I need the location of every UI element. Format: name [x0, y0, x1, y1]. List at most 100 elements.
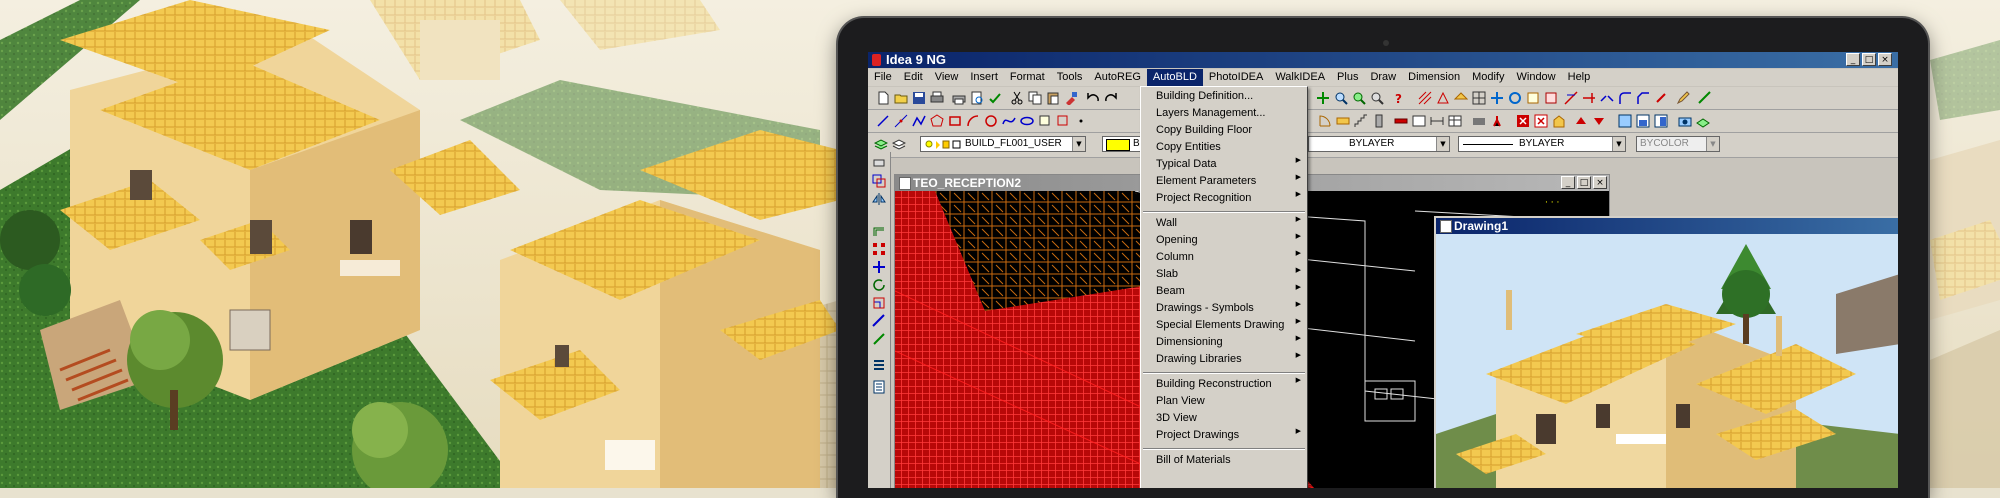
section-icon[interactable]: [1436, 91, 1450, 105]
menu-item-drawings-symbols[interactable]: Drawings - Symbols ▶: [1141, 300, 1307, 317]
lengthen-icon[interactable]: [872, 332, 886, 346]
rectangle-icon[interactable]: [948, 114, 962, 128]
spline-icon[interactable]: [1002, 114, 1016, 128]
menu-item-slab[interactable]: Slab ▶: [1141, 266, 1307, 283]
break-icon[interactable]: [1600, 91, 1614, 105]
view-side-icon[interactable]: [1654, 114, 1668, 128]
explode-icon[interactable]: [1654, 91, 1668, 105]
menu-modify[interactable]: Modify: [1466, 69, 1510, 86]
menu-window[interactable]: Window: [1511, 69, 1562, 86]
menu-photoidea[interactable]: PhotoIDEA: [1203, 69, 1269, 86]
camera-icon[interactable]: [1678, 114, 1692, 128]
copy-icon[interactable]: [1028, 91, 1042, 105]
preview-icon[interactable]: [970, 91, 984, 105]
zoom-previous-icon[interactable]: [1370, 91, 1384, 105]
menu-walkidea[interactable]: WalkIDEA: [1269, 69, 1331, 86]
scale-icon[interactable]: [872, 296, 886, 310]
arrow-up-icon[interactable]: [1574, 114, 1588, 128]
column-icon[interactable]: [1372, 114, 1386, 128]
menu-item-project-recognition[interactable]: Project Recognition ▶: [1141, 190, 1307, 207]
menu-item-building-reconstruction[interactable]: Building Reconstruction ▶: [1141, 376, 1307, 393]
wblock-icon[interactable]: [1544, 91, 1558, 105]
menu-item-layers-management[interactable]: Layers Management...: [1141, 105, 1307, 122]
menu-item-opening[interactable]: Opening ▶: [1141, 232, 1307, 249]
menu-item-wall[interactable]: Wall ▶: [1141, 215, 1307, 232]
open-icon[interactable]: [894, 91, 908, 105]
construction-line-icon[interactable]: [894, 114, 908, 128]
menu-item-dimensioning[interactable]: Dimensioning ▶: [1141, 334, 1307, 351]
arc-icon[interactable]: [966, 114, 980, 128]
drawing-close-button[interactable]: ×: [1593, 176, 1607, 189]
menu-item-3d-view[interactable]: 3D View: [1141, 410, 1307, 427]
menu-tools[interactable]: Tools: [1051, 69, 1089, 86]
array-icon[interactable]: [872, 242, 886, 256]
menu-item-copy-entities[interactable]: Copy Entities: [1141, 139, 1307, 156]
menu-item-column[interactable]: Column ▶: [1141, 249, 1307, 266]
offset-icon[interactable]: [872, 224, 886, 238]
layers-manager-icon[interactable]: [874, 137, 888, 151]
menu-item-plan-view[interactable]: Plan View: [1141, 393, 1307, 410]
view-top-icon[interactable]: [1618, 114, 1632, 128]
layer-dropdown[interactable]: BUILD_FL001_USER ▼: [920, 136, 1086, 152]
menu-item-drawing-libraries[interactable]: Drawing Libraries ▶: [1141, 351, 1307, 368]
new-icon[interactable]: [876, 91, 890, 105]
table-icon[interactable]: [1448, 114, 1462, 128]
view-front-icon[interactable]: [1636, 114, 1650, 128]
chamfer-icon[interactable]: [1636, 91, 1650, 105]
menu-autobld[interactable]: AutoBLD: [1146, 69, 1203, 86]
undo-icon[interactable]: [1086, 91, 1100, 105]
lineweight-dropdown[interactable]: BYLAYER ▼: [1458, 136, 1626, 152]
redo-icon[interactable]: [1104, 91, 1118, 105]
spell-check-icon[interactable]: [988, 91, 1002, 105]
roof-icon[interactable]: [1454, 91, 1468, 105]
block-icon[interactable]: [1526, 91, 1540, 105]
menu-item-beam[interactable]: Beam ▶: [1141, 283, 1307, 300]
erase-icon[interactable]: [872, 156, 886, 170]
menu-item-element-parameters[interactable]: Element Parameters ▶: [1141, 173, 1307, 190]
menu-view[interactable]: View: [929, 69, 965, 86]
polyline-icon[interactable]: [912, 114, 926, 128]
stretch-icon[interactable]: [872, 314, 886, 328]
measure-icon[interactable]: [1698, 91, 1712, 105]
maximize-button[interactable]: □: [1862, 53, 1876, 66]
line-icon[interactable]: [876, 114, 890, 128]
menu-insert[interactable]: Insert: [964, 69, 1004, 86]
close-button[interactable]: ×: [1878, 53, 1892, 66]
list-icon[interactable]: [872, 358, 886, 372]
menu-item-special-elements-drawing[interactable]: Special Elements Drawing ▶: [1141, 317, 1307, 334]
copy-object-icon[interactable]: [872, 174, 886, 188]
warning-icon[interactable]: [1534, 114, 1548, 128]
drawing-maximize-button[interactable]: □: [1577, 176, 1591, 189]
rotate-icon[interactable]: [872, 278, 886, 292]
drawing-minimize-button[interactable]: _: [1561, 176, 1575, 189]
menu-item-project-drawings[interactable]: Project Drawings ▶: [1141, 427, 1307, 444]
view-iso-icon[interactable]: [1696, 114, 1710, 128]
minimize-button[interactable]: _: [1846, 53, 1860, 66]
zoom-realtime-icon[interactable]: [1352, 91, 1366, 105]
extend-icon[interactable]: [1582, 91, 1596, 105]
help-icon[interactable]: ?: [1392, 91, 1406, 105]
menu-dimension[interactable]: Dimension: [1402, 69, 1466, 86]
beam-icon[interactable]: [1412, 114, 1426, 128]
point-icon[interactable]: [1074, 114, 1088, 128]
arrow-down-icon[interactable]: [1592, 114, 1606, 128]
pencil-icon[interactable]: [1676, 91, 1690, 105]
menu-plus[interactable]: Plus: [1331, 69, 1364, 86]
save-icon[interactable]: [912, 91, 926, 105]
dimension-icon[interactable]: [1430, 114, 1444, 128]
orbit-icon[interactable]: [1508, 91, 1522, 105]
menu-item-building-definition[interactable]: Building Definition...: [1141, 88, 1307, 105]
mirror-icon[interactable]: [872, 192, 886, 206]
menu-item-typical-data[interactable]: Typical Data ▶: [1141, 156, 1307, 173]
insert-block-icon[interactable]: [1038, 114, 1052, 128]
hatch-icon[interactable]: [1418, 91, 1432, 105]
paste-icon[interactable]: [1046, 91, 1060, 105]
snap-icon[interactable]: [1316, 91, 1330, 105]
properties-icon[interactable]: [872, 380, 886, 394]
print-icon[interactable]: [952, 91, 966, 105]
match-properties-icon[interactable]: [1064, 91, 1078, 105]
menu-help[interactable]: Help: [1562, 69, 1597, 86]
menu-item-copy-building-floor[interactable]: Copy Building Floor: [1141, 122, 1307, 139]
window-icon[interactable]: [1336, 114, 1350, 128]
ellipse-icon[interactable]: [1020, 114, 1034, 128]
